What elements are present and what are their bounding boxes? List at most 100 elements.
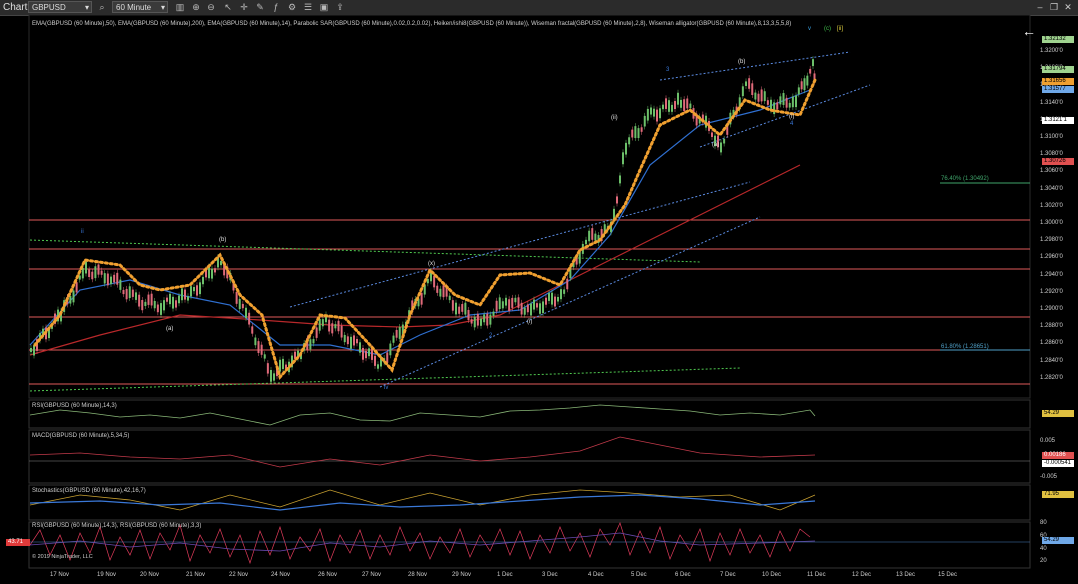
candle [125, 288, 128, 300]
candle [94, 266, 97, 279]
wave-label: (x) [428, 261, 435, 267]
price-badge: 1.30726 [1042, 158, 1074, 165]
interval-selector[interactable]: 60 Minute ▾ [112, 1, 168, 13]
indicators-icon[interactable]: ƒ [270, 1, 282, 13]
zoom-in-icon[interactable]: ⊕ [190, 1, 202, 13]
candle [467, 310, 470, 321]
properties-icon[interactable]: ☰ [302, 1, 314, 13]
candle [254, 337, 257, 346]
candle [517, 297, 520, 308]
candle [662, 104, 664, 110]
candle [116, 272, 119, 285]
candle [436, 285, 439, 293]
candle [495, 300, 498, 312]
candle [757, 93, 760, 102]
candle [328, 319, 331, 332]
candle [334, 324, 337, 329]
candle [331, 323, 334, 334]
candle [677, 92, 679, 105]
share-icon[interactable]: ⇪ [334, 1, 346, 13]
macd-label: MACD(GBPUSD (60 Minute),5,34,5) [32, 433, 130, 439]
zoom-out-icon[interactable]: ⊖ [205, 1, 217, 13]
minimize-button[interactable]: – [1034, 1, 1046, 13]
price-tick: 1.3020'0 [1040, 202, 1063, 209]
indicator-header: EMA(GBPUSD (60 Minute),50), EMA(GBPUSD (… [32, 21, 792, 27]
search-icon[interactable]: ⌕ [96, 1, 108, 13]
candle [356, 339, 358, 344]
candle [551, 292, 553, 305]
candle [646, 108, 649, 121]
interval-value: 60 Minute [116, 3, 152, 12]
candle [458, 306, 461, 314]
price-badge: 1.31794 [1042, 66, 1074, 73]
candle [542, 301, 544, 314]
candle [622, 152, 624, 165]
candle [548, 293, 550, 301]
candle [539, 303, 541, 314]
snapshot-icon[interactable]: ▣ [318, 1, 330, 13]
date-label: 10 Dec [762, 572, 782, 578]
chart-toolbar: Chart GBPUSD ▾ ⌕ 60 Minute ▾ ▥ ⊕ ⊖ ↖ ✛ ✎… [0, 0, 1078, 16]
candle [389, 343, 392, 356]
wave-label: 2 [489, 333, 493, 339]
candle [686, 98, 689, 109]
price-tick: 1.3100'0 [1040, 134, 1063, 140]
candle [594, 233, 597, 241]
chevron-down-icon: ▾ [160, 3, 165, 12]
candle [72, 290, 75, 303]
candle [628, 137, 631, 145]
price-badge: 1.32132 [1042, 36, 1074, 43]
candle [193, 287, 195, 292]
candle [103, 273, 106, 284]
candle [377, 364, 379, 369]
instrument-selector[interactable]: GBPUSD ▾ [28, 1, 92, 13]
wave-label: (c) [824, 26, 831, 32]
candle [100, 270, 103, 275]
candle [273, 373, 275, 381]
copyright: © 2019 NinjaTrader, LLC [32, 554, 93, 560]
candle [689, 103, 692, 109]
maximize-button[interactable]: ❐ [1048, 1, 1060, 13]
candle [631, 129, 634, 138]
candle [30, 348, 32, 352]
candle [773, 102, 776, 115]
candle [270, 369, 272, 382]
back-arrow-icon[interactable]: ← [1022, 23, 1036, 39]
candle [533, 299, 535, 310]
drawing-tool-icon[interactable]: ✎ [254, 1, 266, 13]
window-title: Chart [3, 2, 28, 13]
candle [536, 303, 538, 308]
wave-label: (i) [789, 114, 795, 120]
strategies-icon[interactable]: ⚙ [286, 1, 298, 13]
candle [350, 336, 352, 349]
price-chart[interactable] [0, 15, 1078, 584]
bar-type-icon[interactable]: ▥ [174, 1, 186, 13]
rsi2-left-badge: 43.71 [6, 539, 30, 546]
price-tick: 1.2820'0 [1040, 374, 1063, 381]
wave-label: iv [384, 385, 389, 391]
candle [650, 107, 652, 115]
rsi-value-badge: 54.29 [1042, 410, 1074, 417]
candle [806, 75, 809, 86]
rsi2-tick: 80 [1040, 520, 1047, 526]
candle [782, 93, 785, 105]
candle [131, 289, 134, 297]
candle [470, 319, 473, 324]
candle [723, 138, 726, 144]
candle [238, 298, 241, 310]
wave-label: [ii] [837, 26, 843, 32]
price-tick: 1.2920'0 [1040, 288, 1063, 295]
close-button[interactable]: ✕ [1062, 1, 1074, 13]
candle [659, 108, 661, 119]
candle [433, 275, 436, 288]
candle [420, 292, 423, 305]
price-badge: 1.31656 [1042, 78, 1074, 85]
candle [770, 99, 772, 111]
cursor-icon[interactable]: ↖ [222, 1, 234, 13]
candle [473, 316, 476, 328]
date-label: 27 Nov [362, 572, 382, 578]
candle [166, 297, 168, 302]
crosshair-icon[interactable]: ✛ [238, 1, 250, 13]
price-tick: 1.3080'0 [1040, 151, 1063, 158]
date-label: 4 Dec [588, 572, 604, 578]
